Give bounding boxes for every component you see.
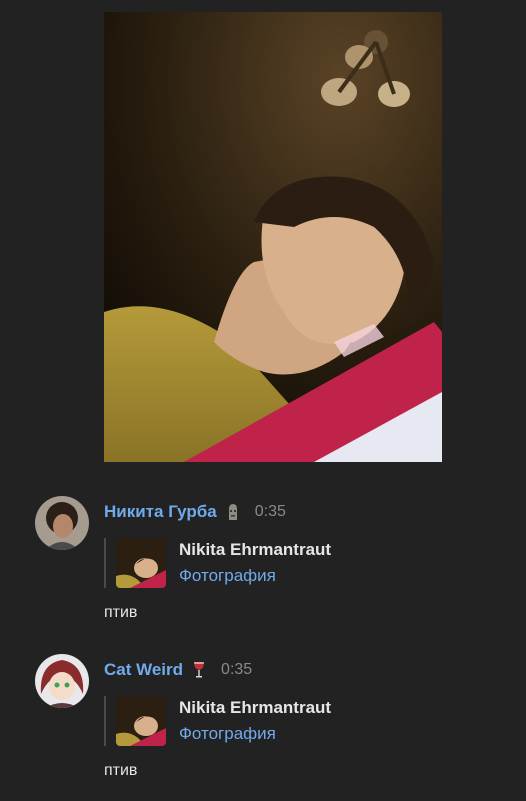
author-name[interactable]: Никита Гурба [104, 502, 217, 522]
photo-attachment[interactable] [104, 12, 442, 462]
reply-author: Nikita Ehrmantraut [179, 540, 332, 559]
message-text: птив [104, 604, 138, 621]
avatar[interactable] [35, 654, 89, 708]
message-text: птив [104, 762, 138, 779]
author-name[interactable]: Cat Weird [104, 660, 183, 680]
reply-author: Nikita Ehrmantraut [179, 698, 332, 717]
message-time: 0:35 [221, 661, 253, 678]
message-header: Никита Гурба 0:35 [104, 502, 286, 522]
message-header: Cat Weird 0:35 [104, 660, 252, 680]
reply-type: Фотография [179, 566, 276, 585]
reply-thumbnail [116, 538, 166, 588]
reply-preview[interactable]: Nikita Ehrmantraut Фотография [104, 538, 331, 588]
avatar[interactable] [35, 496, 89, 550]
reply-type: Фотография [179, 724, 276, 743]
message-time: 0:35 [254, 503, 286, 520]
reply-bar [104, 696, 106, 746]
reply-bar [104, 538, 106, 588]
wine-glass-icon [191, 661, 207, 679]
reply-preview[interactable]: Nikita Ehrmantraut Фотография [104, 696, 331, 746]
reply-thumbnail [116, 696, 166, 746]
photo-image [104, 12, 442, 462]
moai-icon [225, 503, 241, 521]
